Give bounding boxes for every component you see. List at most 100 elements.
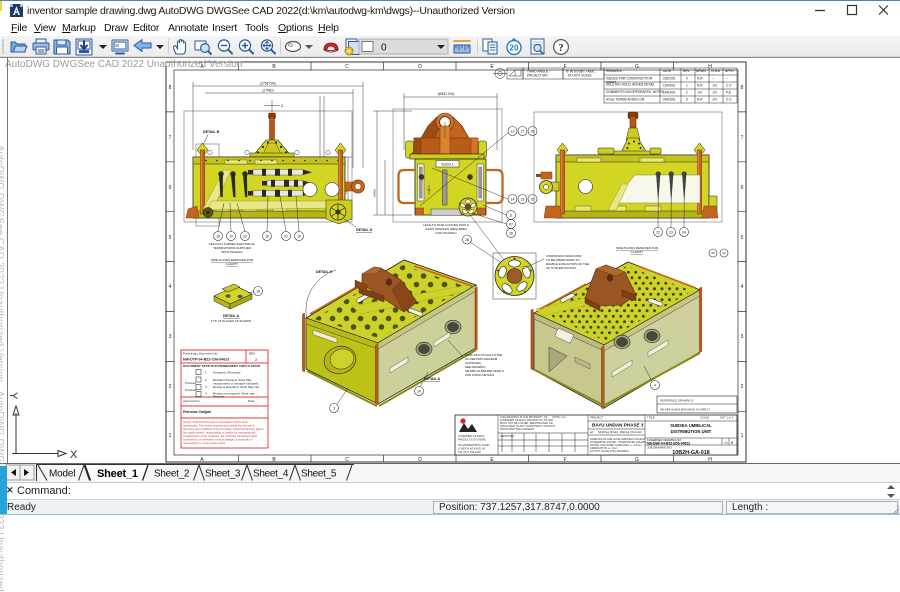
svg-text:4: 4 xyxy=(169,284,172,290)
svg-text:DATE: DATE xyxy=(663,69,671,73)
svg-text:SUBSEA UMBILICAL: SUBSEA UMBILICAL xyxy=(670,423,712,428)
svg-text:J.N: J.N xyxy=(712,84,717,88)
svg-text:27: 27 xyxy=(521,129,525,133)
svg-text:REMARKS: REMARKS xyxy=(606,69,622,73)
svg-text:responsibility or control work: responsibility or control work orders. xyxy=(183,441,226,445)
svg-text:COMMENTS INCORPORATED, NOTES: COMMENTS INCORPORATED, NOTES xyxy=(606,90,664,94)
svg-text:14/03/01: 14/03/01 xyxy=(663,91,676,95)
svg-text:REV: REV xyxy=(683,69,690,73)
svg-text:P.B: P.B xyxy=(726,91,731,95)
svg-text:Sheet_2: Sheet_2 xyxy=(154,469,190,480)
svg-text:1: 1 xyxy=(169,433,172,439)
svg-text:16: 16 xyxy=(265,234,269,238)
svg-text:N.R: N.R xyxy=(697,98,703,102)
svg-text:23: 23 xyxy=(521,197,525,201)
svg-text:F: F xyxy=(563,457,566,463)
svg-text:23/02/01: 23/02/01 xyxy=(663,77,676,81)
svg-text:Proceed: Proceed xyxy=(185,388,197,392)
svg-text:Sheet_3: Sheet_3 xyxy=(205,469,241,480)
svg-text:the terms and conditions of th: the terms and conditions of the Purchase… xyxy=(183,427,264,431)
svg-text:D: D xyxy=(418,64,422,70)
svg-text:NB-DBF-04-B52-B56-04620 GA ARR: NB-DBF-04-B52-B56-04620 GA ARRGT xyxy=(660,408,710,412)
svg-text:14: 14 xyxy=(417,389,421,393)
svg-text:C.D: C.D xyxy=(726,98,732,102)
svg-text:N.R: N.R xyxy=(697,84,703,88)
svg-text:DRWN: DRWN xyxy=(696,69,707,73)
svg-text:FOR PIGGING): FOR PIGGING) xyxy=(436,231,457,235)
svg-text:4: 4 xyxy=(654,383,656,387)
svg-text:24/03/01: 24/03/01 xyxy=(663,98,676,102)
svg-text:Supply: Authorized Acceptor's: Supply: Authorized Acceptor's acceptance… xyxy=(183,420,249,424)
svg-text:Proceed: Proceed xyxy=(213,395,225,399)
svg-text:4: 4 xyxy=(741,284,744,290)
svg-text:PRODUCTS SYSTEMS: PRODUCTS SYSTEMS xyxy=(458,438,486,442)
svg-text:1: 1 xyxy=(686,84,688,88)
svg-text:J.N: J.N xyxy=(712,98,717,102)
svg-text:Accepted. (Proceed): Accepted. (Proceed) xyxy=(213,371,240,375)
svg-text:14: 14 xyxy=(511,197,515,201)
svg-text:Sheet_4: Sheet_4 xyxy=(253,469,289,480)
svg-text:50 HAMMERSMITH ROAD: 50 HAMMERSMITH ROAD xyxy=(458,443,490,447)
svg-text:19: 19 xyxy=(297,234,301,238)
svg-text:Y: Y xyxy=(7,392,19,400)
svg-text:2: 2 xyxy=(169,384,172,390)
svg-text:Preliminary Document No:: Preliminary Document No: xyxy=(183,352,218,356)
svg-text:07: 07 xyxy=(509,222,513,226)
svg-text:X: X xyxy=(70,449,78,461)
svg-text:NW-DTP-04-B22-C06-04623: NW-DTP-04-B22-C06-04623 xyxy=(183,358,229,362)
svg-text:26: 26 xyxy=(509,231,513,235)
svg-text:DETAIL A: DETAIL A xyxy=(424,377,441,381)
svg-text:DISTRIBUTION UNIT: DISTRIBUTION UNIT xyxy=(671,429,712,434)
svg-text:JOB DRAWING NO.: JOB DRAWING NO. xyxy=(647,446,673,450)
svg-text:PRIOR WRITTEN CONSENT: PRIOR WRITTEN CONSENT xyxy=(500,427,535,431)
svg-text:Approved by: Approved by xyxy=(183,399,200,403)
svg-text:12: 12 xyxy=(722,251,726,255)
svg-text:DETAIL D: DETAIL D xyxy=(356,228,373,232)
svg-text:PROJECTION: PROJECTION xyxy=(527,74,548,78)
svg-text:23: 23 xyxy=(669,230,673,234)
svg-text:G: G xyxy=(635,457,639,463)
svg-text:3: 3 xyxy=(169,334,172,340)
svg-text:C: C xyxy=(345,457,349,463)
svg-text:Wtd kg (3=conn): Wtd kg (3=conn) xyxy=(620,430,642,434)
svg-text:DO NOT SCALE THIS DRAWING: DO NOT SCALE THIS DRAWING xyxy=(590,449,629,453)
svg-text:3.: 3. xyxy=(205,385,208,389)
svg-text:KVAERNER OILFIELD: KVAERNER OILFIELD xyxy=(458,434,484,438)
svg-text:CLARITY: CLARITY xyxy=(631,250,644,254)
svg-text:DO NOT SCALE: DO NOT SCALE xyxy=(568,74,592,78)
svg-text:7: 7 xyxy=(741,135,744,141)
svg-text:Sheet_5: Sheet_5 xyxy=(301,469,337,480)
svg-text:CHKD: CHKD xyxy=(711,69,721,73)
svg-text:0: 0 xyxy=(381,43,387,54)
svg-text:20: 20 xyxy=(510,44,519,53)
svg-text:SHT 1 of 2: SHT 1 of 2 xyxy=(720,416,734,420)
svg-text:DETAIL A: DETAIL A xyxy=(223,314,240,318)
svg-text:completeness of the resilience: completeness of the resilience, the shal… xyxy=(183,434,257,438)
svg-text:13: 13 xyxy=(511,129,515,133)
svg-text:CLARITY: CLARITY xyxy=(226,262,239,266)
svg-text:21: 21 xyxy=(284,234,288,238)
svg-text:Petronas Carigali: Petronas Carigali xyxy=(183,410,211,414)
svg-text:REFERENCE DRAWINGS: REFERENCE DRAWINGS xyxy=(660,399,693,403)
svg-text:BAYU UNDAN PHASE 3: BAYU UNDAN PHASE 3 xyxy=(592,423,644,428)
svg-text:8: 8 xyxy=(169,85,172,91)
svg-text:11: 11 xyxy=(509,213,513,217)
svg-text:C.D: C.D xyxy=(726,84,732,88)
svg-text:Model: Model xyxy=(49,469,75,480)
svg-text:H648±: H648± xyxy=(373,188,377,197)
svg-text:2: 2 xyxy=(686,91,688,95)
svg-text:8: 8 xyxy=(741,85,744,91)
svg-text:24: 24 xyxy=(682,230,686,234)
svg-text:PROJECT: PROJECT xyxy=(590,416,603,420)
svg-text:G: G xyxy=(635,64,639,70)
svg-text:OF SYSTEM VIA ROV: OF SYSTEM VIA ROV xyxy=(546,266,576,270)
svg-text:2: 2 xyxy=(741,384,744,390)
svg-text:3: 3 xyxy=(741,334,744,340)
svg-text:Sheet_1: Sheet_1 xyxy=(97,468,138,480)
svg-text:3: 3 xyxy=(686,98,688,102)
svg-text:J.R: J.R xyxy=(697,91,702,95)
svg-text:Revise & Resubmit. Work May No: Revise & Resubmit. Work May Not xyxy=(213,385,259,389)
svg-text:6: 6 xyxy=(741,185,744,191)
svg-text:DETAIL H: DETAIL H xyxy=(316,270,333,274)
svg-text:15: 15 xyxy=(216,234,220,238)
